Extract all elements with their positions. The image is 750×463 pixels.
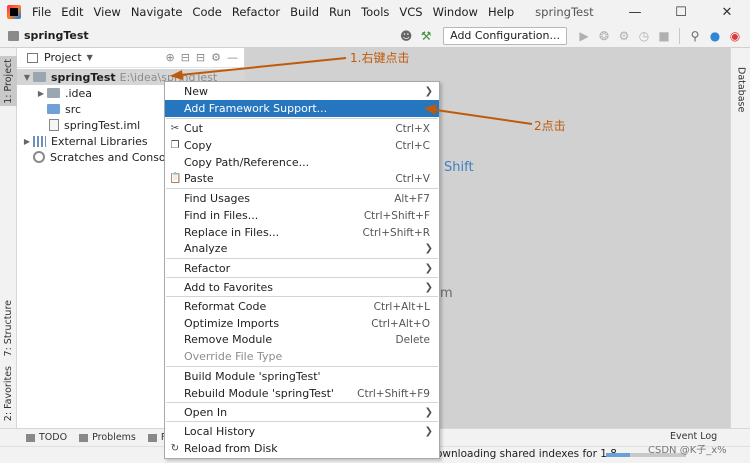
annotation-step2: 2点击 <box>534 119 566 133</box>
annotation-arrowhead-1 <box>170 70 183 80</box>
annotation-arrow-2 <box>435 109 533 125</box>
annotation-arrow-1 <box>179 57 347 76</box>
annotation-step1: 1.右键点击 <box>350 51 410 65</box>
annotation-arrowhead-2 <box>424 104 437 115</box>
annotation-overlay <box>170 57 533 125</box>
